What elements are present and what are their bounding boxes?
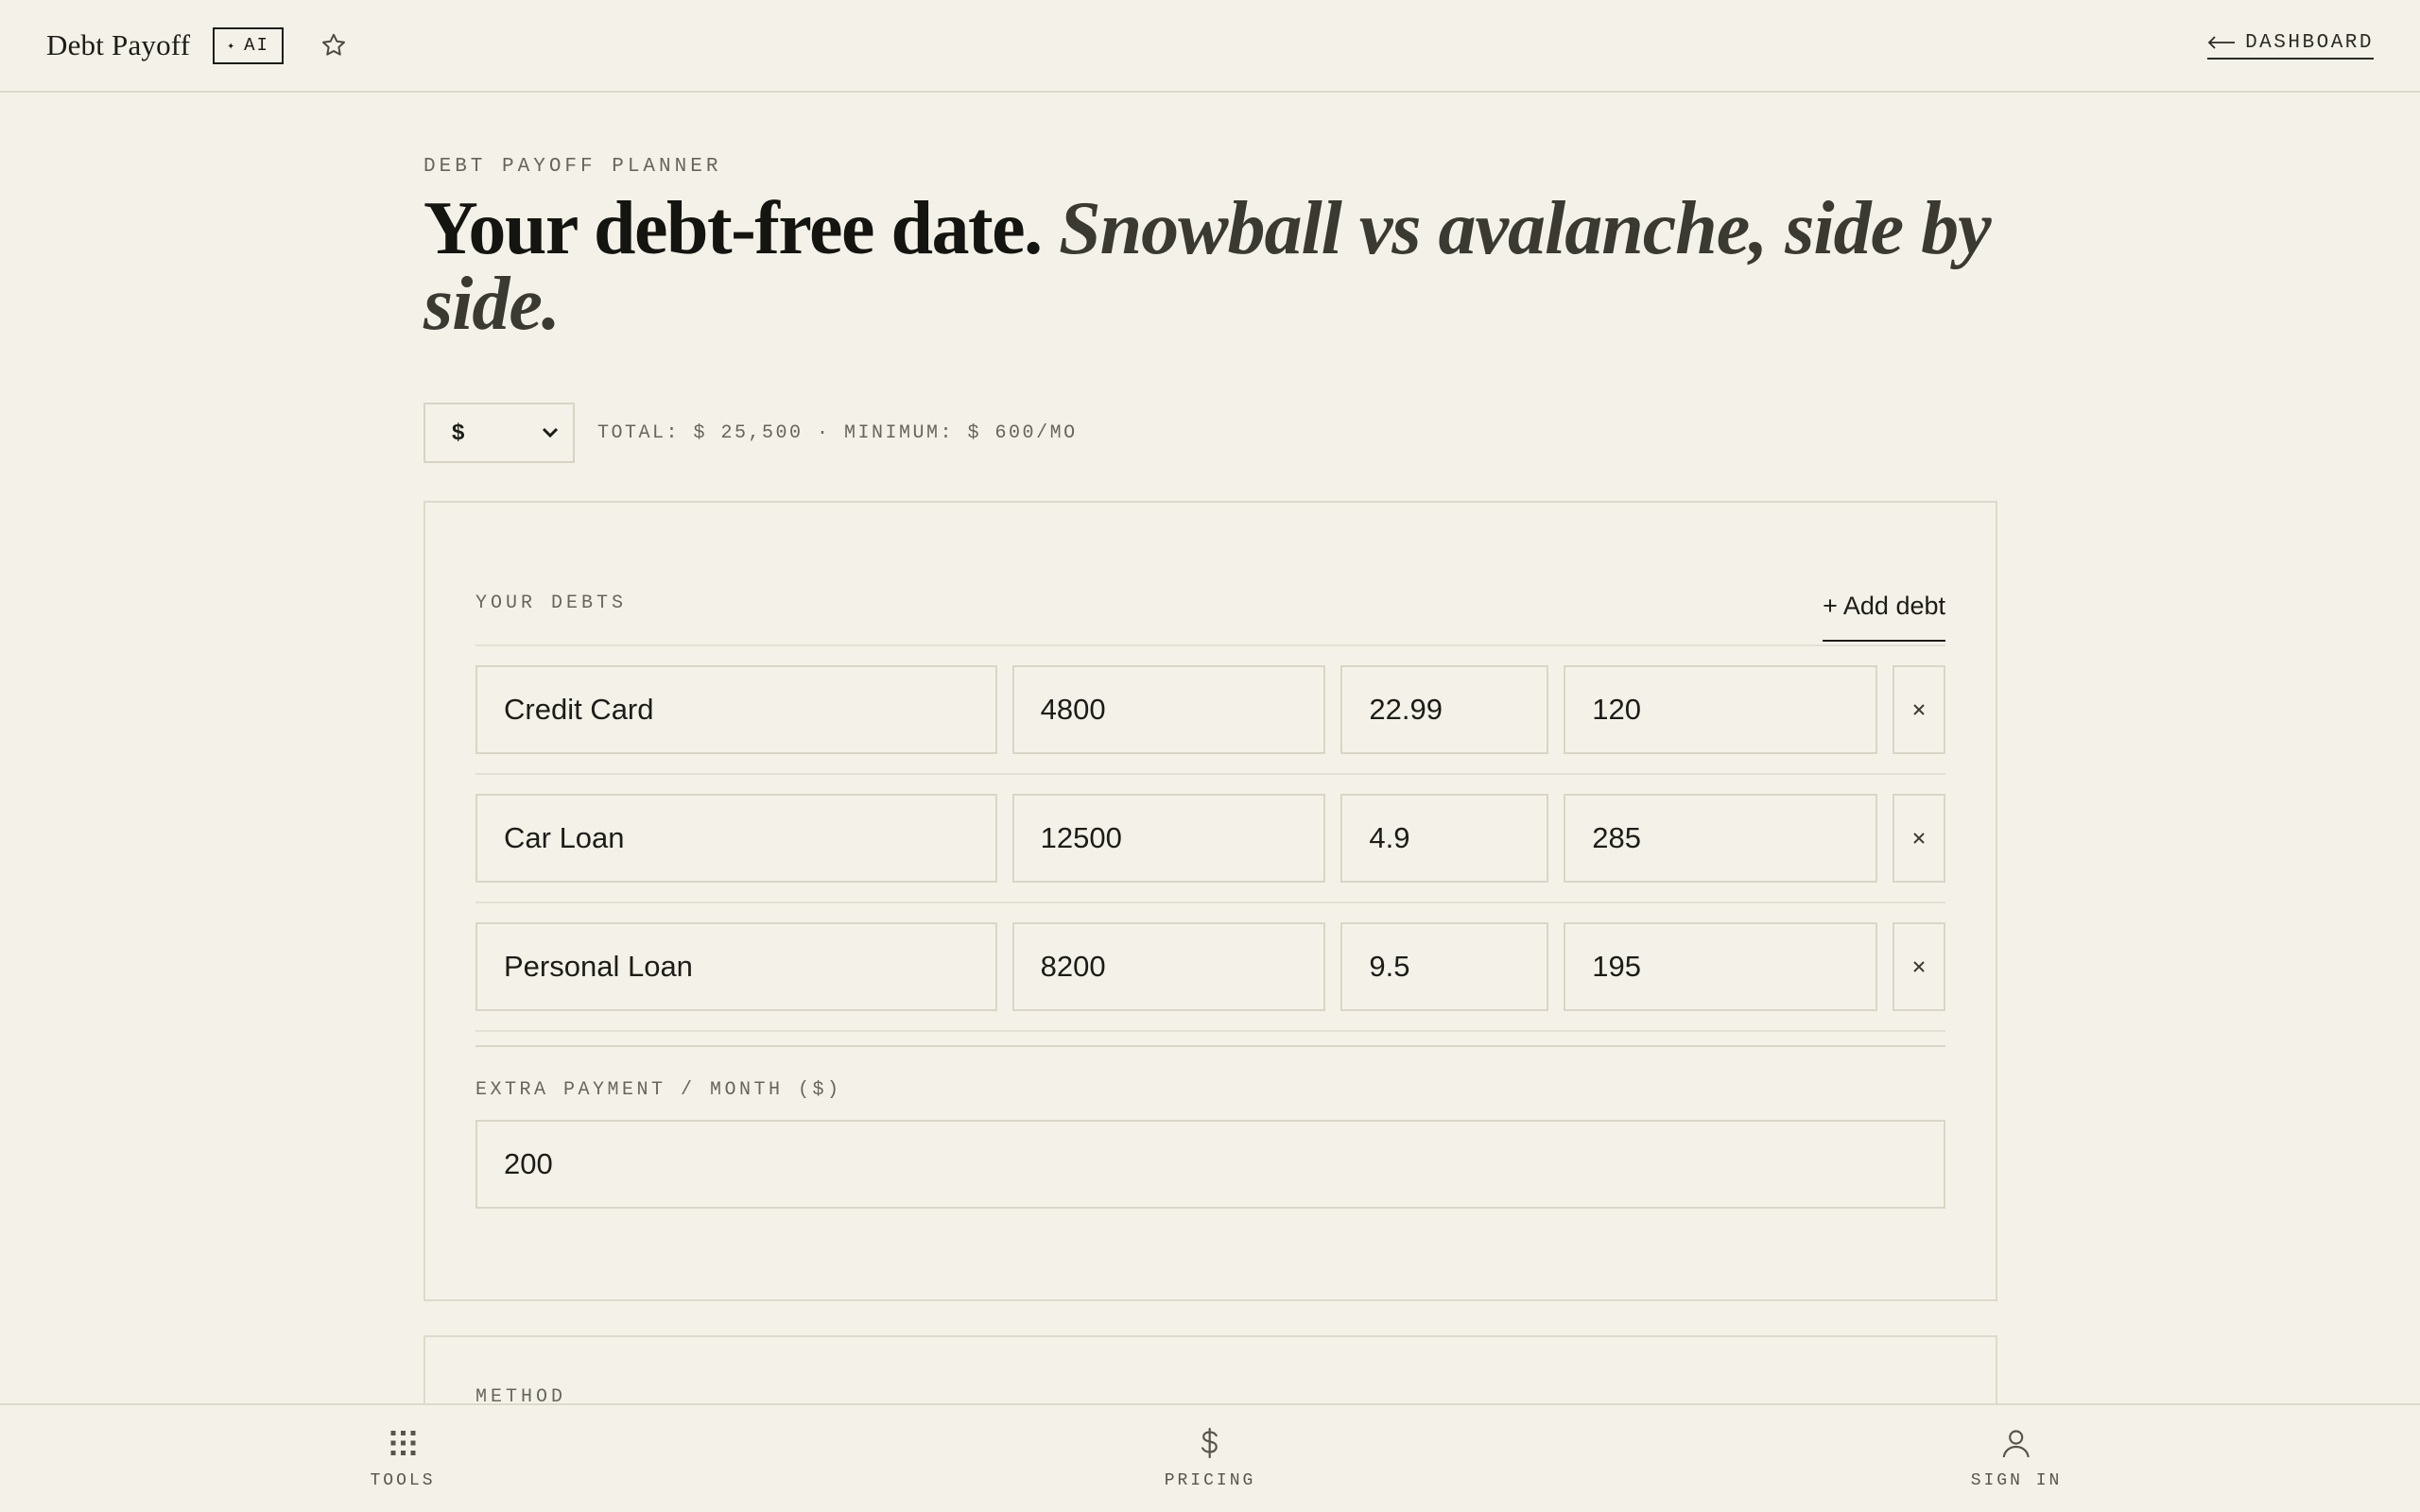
nav-sign-in-label: SIGN IN [1970, 1471, 2063, 1490]
debt-balance-input[interactable]: 12500 [1011, 794, 1326, 883]
top-bar: Debt Payoff ✦ AI DASHBOARD [0, 0, 2420, 93]
close-icon [1913, 833, 1925, 844]
debts-card: YOUR DEBTS + Add debt Credit Card 4800 2… [424, 501, 1997, 1301]
dollar-icon [1201, 1427, 1219, 1459]
main-content: DEBT PAYOFF PLANNER Your debt-free date.… [424, 93, 1997, 1449]
extra-payment-input[interactable]: 200 [475, 1120, 1945, 1209]
extra-payment-block: EXTRA PAYMENT / MONTH ($) 200 [475, 1045, 1945, 1209]
app-title[interactable]: Debt Payoff [46, 28, 190, 62]
debts-header: YOUR DEBTS + Add debt [475, 503, 1945, 646]
nav-tools[interactable]: TOOLS [370, 1426, 435, 1490]
page-title: Your debt-free date. Snowball vs avalanc… [424, 191, 1993, 342]
currency-value: $ [452, 420, 465, 445]
nav-pricing-label: PRICING [1164, 1471, 1256, 1490]
add-debt-button[interactable]: + Add debt [1823, 592, 1945, 642]
debt-name-input[interactable]: Personal Loan [475, 922, 997, 1011]
debt-rate-input[interactable]: 9.5 [1340, 922, 1549, 1011]
page-eyebrow: DEBT PAYOFF PLANNER [424, 156, 722, 178]
totals-summary: TOTAL: $ 25,500 · MINIMUM: $ 600/MO [597, 421, 1078, 444]
extra-payment-label: EXTRA PAYMENT / MONTH ($) [475, 1079, 842, 1101]
debt-rate-input[interactable]: 22.99 [1340, 665, 1549, 754]
currency-select[interactable]: $ [424, 403, 575, 463]
remove-debt-button[interactable] [1893, 794, 1946, 883]
debt-row: Personal Loan 8200 9.5 195 [475, 903, 1946, 1032]
close-icon [1913, 961, 1925, 972]
dashboard-label: DASHBOARD [2245, 31, 2374, 54]
debt-balance-input[interactable]: 4800 [1011, 665, 1326, 754]
dashboard-link[interactable]: DASHBOARD [2207, 32, 2374, 60]
chevron-down-icon [542, 427, 559, 438]
nav-pricing[interactable]: PRICING [1165, 1426, 1256, 1490]
debt-row: Car Loan 12500 4.9 285 [475, 775, 1946, 903]
close-icon [1913, 704, 1925, 715]
sparkle-icon: ✦ [227, 38, 237, 53]
nav-sign-in[interactable]: SIGN IN [1971, 1426, 2063, 1490]
ai-badge[interactable]: ✦ AI [213, 26, 284, 64]
debts-section-label: YOUR DEBTS [475, 592, 628, 614]
debt-balance-input[interactable]: 8200 [1011, 922, 1326, 1011]
remove-debt-button[interactable] [1893, 922, 1946, 1011]
debt-minimum-input[interactable]: 285 [1564, 794, 1878, 883]
user-icon [2002, 1430, 2031, 1458]
debt-minimum-input[interactable]: 120 [1564, 665, 1878, 754]
bottom-nav: TOOLS PRICING SIGN IN [0, 1403, 2420, 1512]
nav-tools-label: TOOLS [370, 1471, 436, 1490]
debt-minimum-input[interactable]: 195 [1564, 922, 1878, 1011]
remove-debt-button[interactable] [1893, 665, 1946, 754]
ai-badge-label: AI [244, 35, 269, 56]
debt-name-input[interactable]: Credit Card [475, 665, 997, 754]
star-icon[interactable] [320, 31, 348, 60]
currency-row: $ TOTAL: $ 25,500 · MINIMUM: $ 600/MO [424, 403, 1997, 463]
arrow-left-icon [2207, 36, 2236, 49]
grid-icon [389, 1431, 415, 1455]
headline-main: Your debt-free date. [424, 187, 1043, 270]
debt-name-input[interactable]: Car Loan [475, 794, 997, 883]
debt-rate-input[interactable]: 4.9 [1340, 794, 1549, 883]
debt-row: Credit Card 4800 22.99 120 [475, 646, 1946, 775]
